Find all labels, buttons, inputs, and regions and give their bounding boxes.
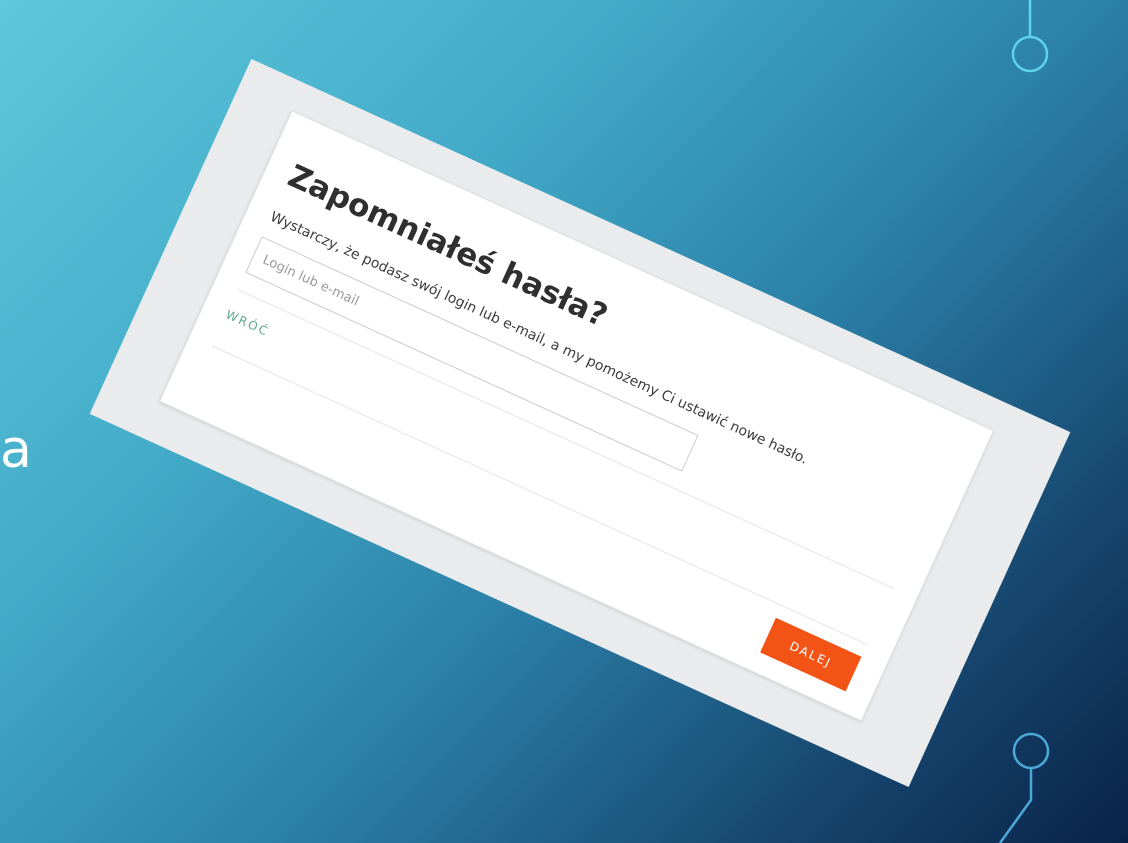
bottom-connector-icon [998, 732, 1050, 843]
next-button[interactable]: DALEJ [760, 617, 862, 692]
top-connector-icon [1011, 0, 1049, 73]
back-link[interactable]: WRÓĆ [224, 307, 272, 339]
